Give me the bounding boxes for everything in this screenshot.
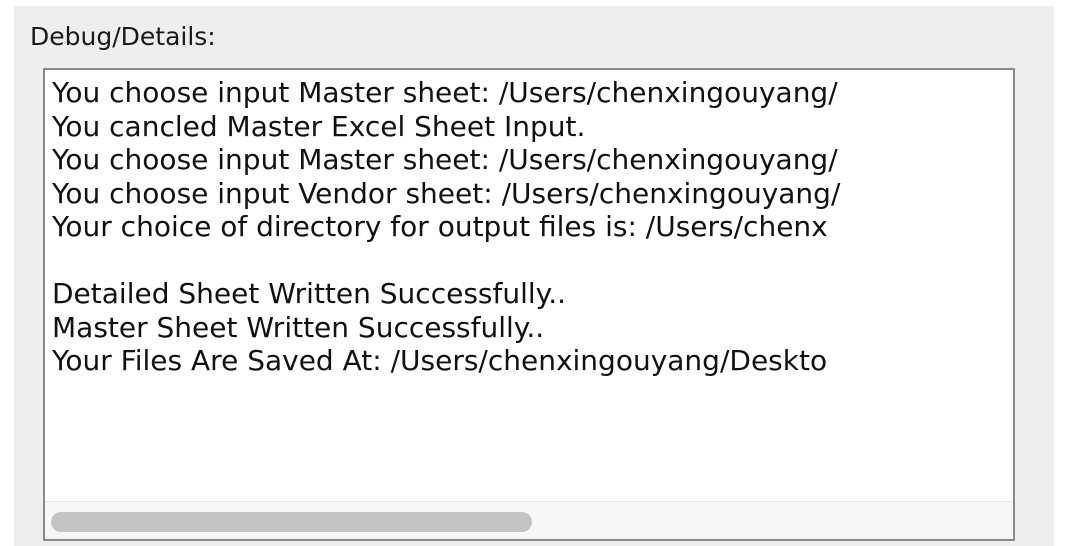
log-line: You choose input Master sheet: /Users/ch… [52,143,838,176]
horizontal-scrollbar-thumb[interactable] [51,512,532,532]
log-line: Detailed Sheet Written Successfully.. [52,277,567,310]
horizontal-scrollbar[interactable] [45,501,1013,539]
log-line: You choose input Master sheet: /Users/ch… [52,76,838,109]
log-line-blank [52,244,1010,278]
log-line: Your Files Are Saved At: /Users/chenxing… [52,344,828,377]
log-line: Master Sheet Written Successfully.. [52,310,545,344]
log-line: You choose input Vendor sheet: /Users/ch… [52,176,841,210]
log-line: Your choice of directory for output file… [52,210,828,243]
debug-details-label: Debug/Details: [30,22,216,51]
debug-log-content[interactable]: You choose input Master sheet: /Users/ch… [52,76,1010,504]
debug-log-textarea[interactable]: You choose input Master sheet: /Users/ch… [43,68,1015,541]
log-line: You cancled Master Excel Sheet Input. [52,109,586,143]
